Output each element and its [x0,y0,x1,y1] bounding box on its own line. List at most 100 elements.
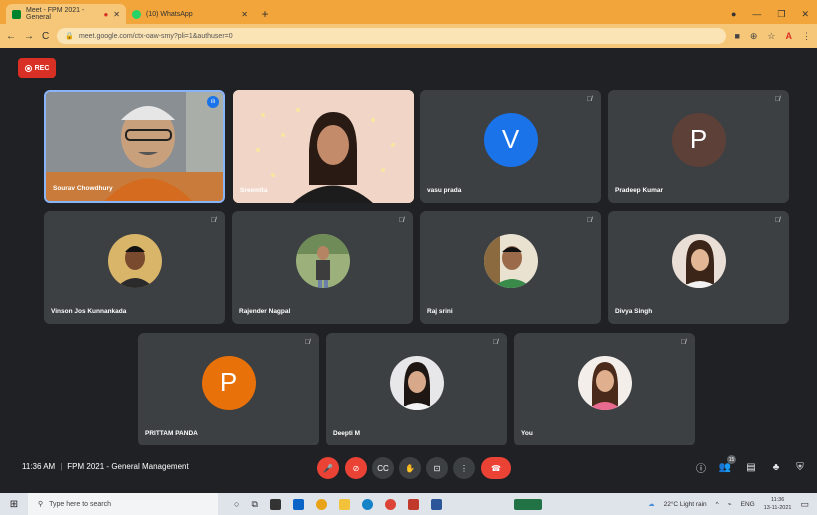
chrome-active-icon[interactable] [384,498,396,510]
mic-off-icon: 🎙̸ [492,339,498,346]
window-close-icon[interactable]: ✕ [801,9,809,20]
participant-name: Rajender Nagpal [239,308,291,315]
avatar-photo [577,355,632,410]
mic-off-icon: 🎙̸ [774,217,780,224]
avatar [483,233,538,288]
new-tab-button[interactable]: + [254,7,276,21]
record-icon [24,64,32,72]
windows-start-icon[interactable]: ⊞ [0,499,28,510]
recording-dot-icon: ● [103,9,109,19]
mic-toggle-button[interactable]: 🎤 [317,457,339,479]
pdf-icon[interactable] [407,498,419,510]
meet-icon [12,9,21,19]
participant-tile[interactable]: 🎙̸ V vasu prada [420,90,601,203]
participant-count-badge: 15 [727,455,736,464]
participant-name: Sreemita [240,187,268,194]
clock[interactable]: 11:36 13-11-2021 [764,496,792,512]
host-controls-button[interactable]: ⛨ [791,458,809,476]
weather-icon: ☁ [648,501,655,508]
avatar [389,355,444,410]
avatar [107,233,162,288]
close-icon[interactable]: ✕ [241,10,248,19]
file-explorer-icon[interactable] [338,498,350,510]
menu-icon[interactable]: ⋮ [802,31,811,42]
mic-off-icon: 🎙̸ [304,339,310,346]
store-icon[interactable] [269,498,281,510]
more-options-button[interactable]: ⋮ [453,457,475,479]
avatar-photo [389,355,444,410]
participant-tile[interactable]: ılı Sourav Chowdhury [44,90,225,203]
cortana-icon[interactable]: ○ [234,499,239,509]
participant-tile[interactable]: 🎙̸ P Pradeep Kumar [608,90,789,203]
profile-icon[interactable]: A [786,31,793,42]
forward-icon[interactable]: → [24,31,34,42]
avatar: P [201,355,256,410]
activities-button[interactable]: ♣ [767,458,785,476]
meeting-title: FPM 2021 - General Management [67,462,189,471]
lock-icon: 🔒 [65,33,74,40]
participant-name: Raj srini [427,308,453,315]
participant-tile[interactable]: Sreemita [233,90,414,203]
tab-whatsapp[interactable]: (10) WhatsApp ✕ [126,4,254,24]
search-icon: ⚲ [38,501,44,508]
chevron-up-icon[interactable]: ^ [716,501,719,508]
mic-off-icon: 🎙̸ [586,217,592,224]
windows-taskbar: ⊞ ⚲ Type here to search ○ ⧉ ☁ 22°C Light… [0,493,817,515]
task-view-icon[interactable]: ⧉ [251,499,257,510]
browser-tab-bar: Meet - FPM 2021 - General ● ✕ (10) Whats… [0,0,817,24]
present-button[interactable]: ⊡ [426,457,448,479]
weather-text[interactable]: 22°C Light rain [664,501,707,508]
word-icon[interactable] [430,498,442,510]
recording-label: REC [34,64,50,72]
participant-tile[interactable]: 🎙̸ Rajender Nagpal [232,211,413,324]
avatar: V [483,112,538,167]
maximize-icon[interactable]: ❐ [777,9,785,20]
star-icon[interactable]: ☆ [767,31,775,42]
raise-hand-button[interactable]: ✋ [399,457,421,479]
camera-toggle-button[interactable]: ⊘ [345,457,367,479]
notification-icon[interactable]: ▭ [800,499,809,510]
taskbar-apps: ○ ⧉ [234,498,542,510]
speaking-indicator-icon: ılı [207,96,219,108]
chat-icon: ▤ [746,461,756,473]
url-field[interactable]: 🔒 meet.google.com/ctx-oaw-smy?pli=1&auth… [57,28,727,44]
people-button[interactable]: 👥 15 [716,455,736,476]
present-icon: ⊡ [433,463,441,473]
mic-off-icon: 🎙̸ [210,217,216,224]
chrome-icon[interactable] [315,498,327,510]
shield-icon: ⛨ [796,461,804,473]
network-icon[interactable]: ⌁ [728,500,732,508]
meeting-details-button[interactable]: ⓘ [692,458,710,476]
language-indicator[interactable]: ENG [741,501,755,508]
participant-tile[interactable]: 🎙̸ You [514,333,695,446]
system-tray: ☁ 22°C Light rain ^ ⌁ ENG 11:36 13-11-20… [648,496,817,512]
participant-tile[interactable]: 🎙̸ P PRITTAM PANDA [138,333,319,446]
activities-icon: ♣ [772,461,780,473]
taskbar-search[interactable]: ⚲ Type here to search [28,493,218,515]
back-icon[interactable]: ← [6,31,16,42]
avatar-photo [483,233,538,288]
participant-tile[interactable]: 🎙̸ Deepti M [326,333,507,446]
reload-icon[interactable]: C [42,31,49,42]
share-icon[interactable]: ⊕ [750,31,758,42]
profile-dot-icon[interactable]: ● [731,9,736,19]
minimize-icon[interactable]: — [752,9,761,19]
captions-button[interactable]: CC [372,457,394,479]
mail-icon[interactable] [292,498,304,510]
recording-badge[interactable]: REC [18,58,56,78]
close-icon[interactable]: ✕ [113,10,120,19]
participant-name: PRITTAM PANDA [145,430,198,437]
excel-icon[interactable] [513,498,542,510]
leave-call-button[interactable]: ☎ [481,457,511,479]
avatar [671,233,726,288]
chat-button[interactable]: ▤ [742,458,760,476]
participant-name: Sourav Chowdhury [53,185,113,192]
camera-icon[interactable]: ■ [734,31,739,42]
participant-tile[interactable]: 🎙̸ Divya Singh [608,211,789,324]
avatar-photo [671,233,726,288]
mic-off-icon: 🎙̸ [680,339,686,346]
tab-meet[interactable]: Meet - FPM 2021 - General ● ✕ [6,4,126,24]
participant-tile[interactable]: 🎙̸ Vinson Jos Kunnankada [44,211,225,324]
participant-tile[interactable]: 🎙̸ Raj srini [420,211,601,324]
edge-icon[interactable] [361,498,373,510]
